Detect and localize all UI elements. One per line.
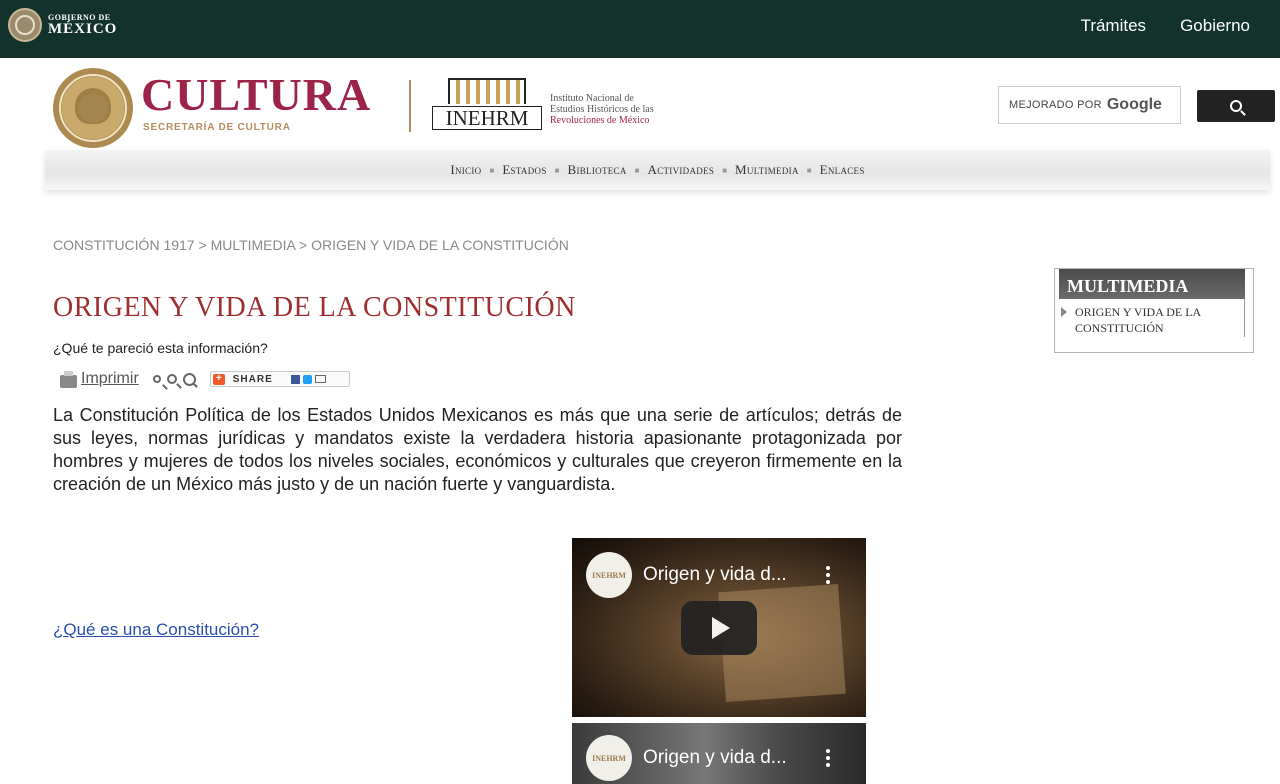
gov-logo-big-text: MÉXICO	[48, 20, 118, 37]
printer-icon[interactable]	[60, 370, 77, 388]
channel-avatar[interactable]: INEHRM	[586, 735, 632, 781]
more-vert-icon[interactable]	[826, 749, 830, 767]
video-embed-2[interactable]: INEHRM Origen y vida d...	[572, 723, 866, 784]
share-plus-icon: +	[212, 373, 225, 385]
facebook-icon	[290, 374, 300, 384]
inehrm-desc-line2: Estudios Históricos de las	[550, 104, 654, 115]
channel-avatar[interactable]: INEHRM	[586, 552, 632, 598]
breadcrumb-multimedia[interactable]: MULTIMEDIA	[211, 237, 296, 253]
nav-separator: ■	[634, 165, 640, 175]
zoom-medium-icon[interactable]	[166, 374, 177, 384]
triangle-right-icon	[1061, 307, 1067, 317]
search-button[interactable]	[1197, 90, 1275, 122]
zoom-large-icon[interactable]	[182, 372, 196, 386]
inehrm-logo[interactable]: INEHRM	[432, 76, 542, 132]
breadcrumb-constitucion[interactable]: CONSTITUCIÓN 1917	[53, 237, 195, 253]
twitter-icon	[302, 374, 312, 384]
video-embed-1[interactable]: INEHRM Origen y vida d...	[572, 538, 866, 717]
nav-separator: ■	[489, 165, 495, 175]
video-title[interactable]: Origen y vida d...	[643, 564, 787, 586]
gov-nav: Trámites Gobierno	[1081, 16, 1250, 36]
play-button[interactable]	[681, 601, 757, 655]
sidebar-item-origen[interactable]: ORIGEN Y VIDA DE LA CONSTITUCIÓN	[1059, 299, 1245, 337]
print-link[interactable]: Imprimir	[81, 370, 139, 388]
share-label: SHARE	[232, 373, 273, 385]
nav-gobierno-link[interactable]: Gobierno	[1180, 16, 1250, 36]
breadcrumb: CONSTITUCIÓN 1917 > MULTIMEDIA > ORIGEN …	[53, 237, 569, 253]
cultura-emblem-logo[interactable]	[53, 68, 133, 148]
search-powered-label: MEJORADO POR	[1009, 99, 1102, 111]
zoom-small-icon[interactable]	[152, 375, 161, 383]
search-input[interactable]: MEJORADO POR Google	[998, 86, 1181, 124]
email-icon	[314, 375, 326, 383]
page-title: ORIGEN Y VIDA DE LA CONSTITUCIÓN	[53, 292, 576, 323]
inehrm-building-icon	[448, 78, 526, 104]
nav-item-multimedia[interactable]: Multimedia	[735, 162, 799, 178]
nav-separator: ■	[722, 165, 728, 175]
inehrm-desc-line3: Revoluciones de México	[550, 115, 650, 126]
sidebar-item-label-line2: CONSTITUCIÓN	[1075, 321, 1164, 335]
feedback-question[interactable]: ¿Qué te pareció esta información?	[53, 340, 268, 356]
breadcrumb-separator: >	[194, 237, 211, 253]
inehrm-desc-line1: Instituto Nacional de	[550, 93, 634, 104]
content-toolbar: Imprimir + SHARE	[60, 370, 350, 388]
inehrm-wordmark: INEHRM	[432, 106, 542, 130]
share-button[interactable]: + SHARE	[209, 371, 350, 387]
gov-top-bar: GOBIERNO DE MÉXICO Trámites Gobierno	[0, 0, 1280, 58]
nav-tramites-link[interactable]: Trámites	[1081, 16, 1147, 36]
inehrm-description: Instituto Nacional de Estudios Histórico…	[550, 93, 654, 126]
gov-mexico-logo[interactable]: GOBIERNO DE MÉXICO	[8, 8, 117, 42]
play-icon	[712, 617, 730, 639]
sidebar-multimedia: MULTIMEDIA ORIGEN Y VIDA DE LA CONSTITUC…	[1054, 268, 1254, 353]
intro-paragraph: La Constitución Política de los Estados …	[53, 405, 902, 494]
nav-item-actividades[interactable]: Actividades	[648, 162, 715, 178]
nav-separator: ■	[554, 165, 560, 175]
sidebar-heading: MULTIMEDIA	[1059, 269, 1245, 299]
cultura-subtitle: SECRETARÍA DE CULTURA	[143, 122, 291, 133]
breadcrumb-current: ORIGEN Y VIDA DE LA CONSTITUCIÓN	[311, 237, 569, 253]
breadcrumb-separator: >	[295, 237, 312, 253]
main-nav: Inicio ■ Estados ■ Biblioteca ■ Activida…	[45, 150, 1270, 190]
nav-item-biblioteca[interactable]: Biblioteca	[567, 162, 626, 178]
nav-item-inicio[interactable]: Inicio	[450, 162, 481, 178]
search-brand: Google	[1106, 96, 1162, 113]
search-icon	[1230, 100, 1242, 112]
nav-separator: ■	[806, 165, 812, 175]
que-es-constitucion-link[interactable]: ¿Qué es una Constitución?	[53, 620, 259, 640]
mexico-seal-icon	[8, 8, 42, 42]
nav-item-estados[interactable]: Estados	[502, 162, 546, 178]
cultura-title[interactable]: CULTURA	[141, 72, 371, 118]
header-divider	[409, 80, 411, 132]
video-title[interactable]: Origen y vida d...	[643, 747, 787, 769]
sidebar-item-label-line1: ORIGEN Y VIDA DE LA	[1075, 305, 1202, 319]
more-vert-icon[interactable]	[826, 566, 830, 584]
nav-item-enlaces[interactable]: Enlaces	[820, 162, 865, 178]
